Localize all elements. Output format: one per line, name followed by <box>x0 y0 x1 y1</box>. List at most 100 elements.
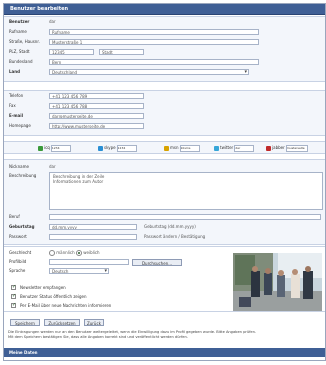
row-rufname: Rufname Rufname <box>4 28 325 36</box>
header-bar: Benutzer bearbeiten <box>4 4 325 15</box>
state-input[interactable]: Bern <box>49 59 259 65</box>
row-zip-city: PLZ, Stadt 12345 Stadt <box>4 48 325 56</box>
profile-photo-image <box>233 253 322 311</box>
description-line-2: Informationen zum Autor <box>53 179 104 184</box>
social-icq: icq 1234 <box>38 144 71 152</box>
social-jabber: jabber musterseite <box>266 144 308 152</box>
action-buttons: Speichern Zurücksetzen Zurück <box>10 319 130 327</box>
user-label: Benutzer <box>9 19 30 24</box>
msn-icon <box>164 145 169 151</box>
phone-label: Telefon <box>9 93 24 98</box>
row-phone: Telefon +41 123 456 789 <box>4 92 325 100</box>
row-password: Passwort Passwort ändern / Bestätigung <box>4 233 325 241</box>
twitter-label: twitter <box>220 145 234 150</box>
skype-icon <box>98 145 103 151</box>
beruf-input[interactable] <box>49 214 321 220</box>
street-input[interactable]: Musterstraße 1 <box>49 39 259 45</box>
gender-female-label: weiblich <box>83 250 100 255</box>
row-homepage: Homepage http://www.musterseite.de <box>4 122 325 130</box>
newsletter-checkbox[interactable] <box>11 284 16 290</box>
birthday-input[interactable]: dd.mm.yyyy <box>49 224 137 230</box>
skype-input[interactable]: 1234 <box>116 144 137 152</box>
status-public-checkbox[interactable] <box>11 293 16 299</box>
social-twitter: twitter dar <box>214 144 255 152</box>
language-label: Sprache <box>9 268 26 273</box>
rufname-input[interactable]: Rufname <box>49 29 259 35</box>
photo-label: Profilbild <box>9 259 27 264</box>
status-public-label: Benutzer Status öffentlich zeigen <box>20 294 87 299</box>
photo-file-input[interactable] <box>49 259 129 265</box>
row-nickname: Nickname dar <box>4 163 325 171</box>
description-textarea[interactable]: Beschreibung in der Zeile Informationen … <box>49 172 323 210</box>
contact-section: Telefon +41 123 456 789 Fax +41 123 456 … <box>4 90 325 136</box>
icq-icon <box>38 145 43 151</box>
beruf-label: Beruf <box>9 214 20 219</box>
rufname-label: Rufname <box>9 29 27 34</box>
nickname-value: dar <box>49 164 56 169</box>
row-state: Bundesland Bern <box>4 58 325 66</box>
back-button[interactable]: Zurück <box>84 319 104 326</box>
state-label: Bundesland <box>9 59 33 64</box>
gender-options: männlich weiblich <box>49 250 100 256</box>
row-fax: Fax +41 123 456 788 <box>4 102 325 110</box>
save-button[interactable]: Speichern <box>10 319 40 326</box>
social-skype: skype 1234 <box>98 144 137 152</box>
email-label: E-mail <box>9 113 24 118</box>
fax-label: Fax <box>9 103 16 108</box>
footer-title: Meine Daten <box>9 350 38 355</box>
page-title: Benutzer bearbeiten <box>10 6 69 12</box>
twitter-icon <box>214 145 219 151</box>
edit-profile-window: Benutzer bearbeiten Benutzer dar Rufname… <box>3 3 326 361</box>
gender-female-radio[interactable] <box>75 250 82 256</box>
social-msn: msn 10sms <box>164 144 200 152</box>
row-country: Land Deutschland <box>4 68 325 76</box>
footer-bar: Meine Daten <box>4 348 325 357</box>
homepage-input[interactable]: http://www.musterseite.de <box>49 123 144 129</box>
fax-input[interactable]: +41 123 456 788 <box>49 103 144 109</box>
row-email: E-mail dar@musterseite.de <box>4 112 325 120</box>
browse-button[interactable]: Durchsuchen... <box>132 259 182 266</box>
jabber-icon <box>266 145 271 151</box>
identity-section: Benutzer dar Rufname Rufname Straße, Hau… <box>4 16 325 82</box>
gender-label: Geschlecht <box>9 250 32 255</box>
notify-email-checkbox[interactable] <box>11 302 16 308</box>
city-input[interactable]: Stadt <box>99 49 144 55</box>
icq-input[interactable]: 1234 <box>50 144 71 152</box>
social-section: icq 1234 skype 1234 msn 10sms twitter dar ja… <box>4 141 325 154</box>
birthday-label: Geburtstag <box>9 224 35 229</box>
reset-button[interactable]: Zurücksetzen <box>44 319 80 326</box>
profile-section: Geschlecht männlich weiblich Profilbild … <box>4 246 325 312</box>
password-label: Passwort <box>9 234 27 239</box>
skype-label: skype <box>104 145 116 150</box>
jabber-input[interactable]: musterseite <box>285 144 308 152</box>
jabber-label: jabber <box>272 145 285 150</box>
row-user: Benutzer dar <box>4 18 325 26</box>
gender-male-label: männlich <box>56 250 75 255</box>
gender-male-radio[interactable] <box>49 250 55 256</box>
user-value: dar <box>49 19 56 24</box>
password-hint: Passwort ändern / Bestätigung <box>144 234 206 239</box>
birthday-hint: Geburtstag (dd.mm.yyyy) <box>144 224 196 229</box>
msn-input[interactable]: 10sms <box>179 144 200 152</box>
homepage-label: Homepage <box>9 123 31 128</box>
country-label: Land <box>9 69 20 74</box>
country-select[interactable]: Deutschland <box>49 69 249 75</box>
twitter-input[interactable]: dar <box>234 144 255 152</box>
about-section: Nickname dar Beschreibung Beschreibung i… <box>4 159 325 245</box>
phone-input[interactable]: +41 123 456 789 <box>49 93 144 99</box>
password-input[interactable] <box>49 234 137 240</box>
description-label: Beschreibung <box>9 173 37 178</box>
profile-photo <box>233 253 322 311</box>
newsletter-label: Newsletter empfangen <box>20 285 66 290</box>
zip-input[interactable]: 12345 <box>49 49 94 55</box>
icq-label: icq <box>44 145 50 150</box>
street-label: Straße, Hausnr. <box>9 39 40 44</box>
email-input[interactable]: dar@musterseite.de <box>49 113 144 119</box>
notify-email-label: Per E-Mail über neue Nachrichten informi… <box>20 303 112 308</box>
nickname-label: Nickname <box>9 164 29 169</box>
info-note-line-2: Mit dem Speichern bestätigen Sie, dass a… <box>8 335 188 339</box>
msn-label: msn <box>170 145 179 150</box>
language-select[interactable]: Deutsch <box>49 268 109 274</box>
zip-city-label: PLZ, Stadt <box>9 49 30 54</box>
row-beruf: Beruf <box>4 213 325 221</box>
